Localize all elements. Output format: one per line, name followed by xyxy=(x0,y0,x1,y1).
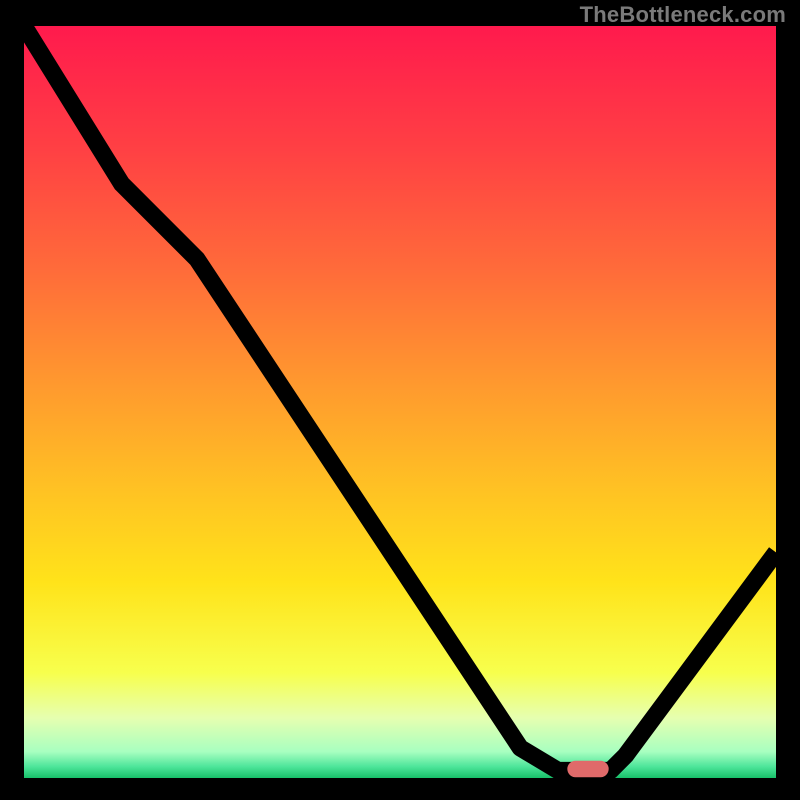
gradient-background xyxy=(24,26,776,778)
plot-area xyxy=(24,26,776,778)
chart-svg xyxy=(24,26,776,778)
chart-frame: TheBottleneck.com xyxy=(0,0,800,800)
optimal-marker xyxy=(567,761,608,778)
watermark-text: TheBottleneck.com xyxy=(580,2,786,28)
